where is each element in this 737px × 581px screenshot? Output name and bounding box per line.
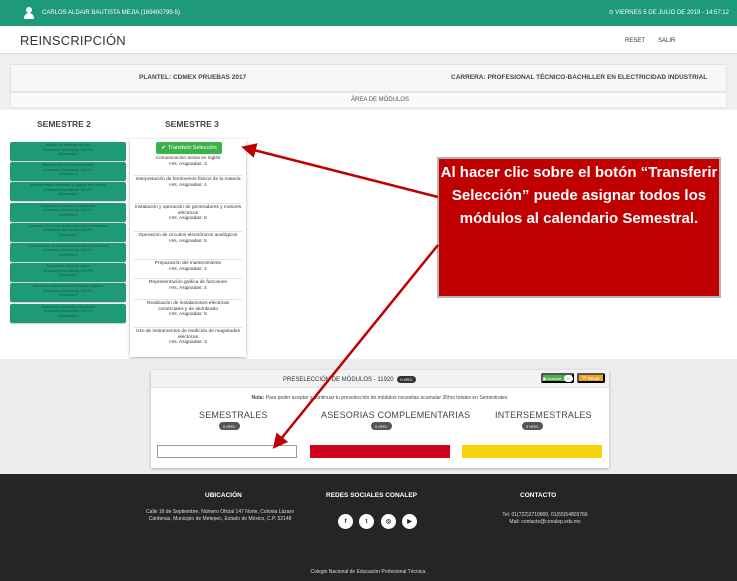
semestre-2-module[interactable]: Identificación de la sostenibilidad Evalu… [10, 162, 126, 182]
area-modulos-row: ÁREA DE MÓDULOS [10, 92, 727, 108]
semestre-2-module[interactable]: Comunicación en los ámbitos escolar y pr… [10, 242, 126, 262]
semestrales-title: SEMESTRALES [199, 410, 268, 420]
instruction-callout: Al hacer clic sobre el botón “Transferir… [437, 157, 721, 298]
reset-link[interactable]: RESET [625, 38, 645, 44]
contacto-mail[interactable]: Mail: contacto@conalep.edu.mx [470, 519, 620, 526]
redes-title: REDES SOCIALES CONALEP [326, 492, 418, 499]
semestrales-dropzone[interactable] [157, 445, 297, 458]
check-icon: ✔ [161, 145, 166, 151]
youtube-icon[interactable]: ▶ [402, 514, 417, 529]
semestre-2-module[interactable]: Manejo de aplicaciones por medios digita… [10, 283, 126, 303]
page-header: REINSCRIPCIÓN RESET SALIR [0, 26, 737, 54]
semestre-3-module[interactable]: Uso de instrumentos de medición de magni… [134, 329, 242, 355]
semestre-3-module[interactable]: Representación gráfica de funciones Hrs. … [134, 280, 242, 300]
aceptar-button[interactable]: ▣ Aceptar 0 [541, 373, 574, 383]
ubicacion-title: UBICACIÓN [205, 492, 242, 499]
semestre-2-list: Manejo de técnicas escritas Evaluación Ac… [10, 142, 126, 324]
footer-bottom-text: Colegio Nacional de Educación Profesiona… [310, 569, 427, 575]
top-bar: CARLOS ALDAIR BAUTISTA MEJIA (169400799-… [0, 0, 737, 26]
page-title: REINSCRIPCIÓN [20, 33, 126, 48]
instagram-icon[interactable]: ◎ [381, 514, 396, 529]
semestre-2-title: SEMESTRE 2 [37, 119, 91, 129]
semestre-2-module[interactable]: Representación simbólica y angular del e… [10, 182, 126, 202]
transfer-selection-button[interactable]: ✔ Transferir Selección [156, 142, 222, 154]
contacto-tel: Tel: 01(722)2710800, 01(55)54803766 [502, 512, 588, 518]
plantel-row: PLANTEL: CDMEX PRUEBAS 2017 CARRERA: PRO… [10, 64, 727, 92]
aceptar-count-badge: 0 [564, 374, 573, 382]
semestrales-badge: 0 HRS. [219, 422, 240, 430]
semestre-2-module[interactable]: Manejo de técnicas escritas Evaluación Ac… [10, 142, 126, 161]
twitter-icon[interactable]: t [359, 514, 374, 529]
asesorias-badge: 0 HRS. [371, 422, 392, 430]
contacto-title: CONTACTO [520, 492, 557, 499]
semestre-3-module[interactable]: Realización de instalaciones eléctricas … [134, 301, 242, 328]
intersemestrales-title: INTERSEMESTRALES [495, 410, 592, 420]
asesorias-title: ASESORIAS COMPLEMENTARIAS [321, 410, 471, 420]
preseleccion-title: PRESELECCIÓN DE MÓDULOS - 11920 0 HRS. [283, 376, 417, 383]
footer: UBICACIÓN Calle 16 de Septiembre, Número… [0, 474, 737, 581]
floppy-icon: ▣ [542, 375, 547, 381]
hours-badge: 0 HRS. [397, 376, 417, 383]
semestre-3-module[interactable]: Instalación y operación de generadores y… [134, 205, 242, 232]
semestre-3-module[interactable]: Operación de circuitos electrónicos anal… [134, 233, 242, 260]
date-time: ⊙ VIERNES 5 DE JULIO DE 2019 - 14:57:12 [608, 10, 729, 16]
area-modulos-label: ÁREA DE MÓDULOS [351, 97, 410, 103]
info-section: PLANTEL: CDMEX PRUEBAS 2017 CARRERA: PRO… [0, 54, 737, 110]
user-icon [22, 6, 36, 20]
ubicacion-text: Calle 16 de Septiembre, Número Oficial 1… [146, 509, 294, 522]
user-name: CARLOS ALDAIR BAUTISTA MEJIA (169400799-… [42, 10, 180, 16]
preseleccion-header: PRESELECCIÓN DE MÓDULOS - 11920 0 HRS. ▣… [151, 370, 609, 388]
salir-link[interactable]: SALIR [658, 38, 675, 44]
semestre-2-module[interactable]: Interacción inicial en inglés Evaluación … [10, 263, 126, 283]
refresh-icon: ⟳ [582, 375, 587, 380]
carrera-label: CARRERA: PROFESIONAL TÉCNICO-BACHILLER E… [451, 74, 708, 81]
arrow-to-transfer-button [241, 143, 439, 199]
semestre-3-module[interactable]: Interpretación de fenómenos físicos de l… [134, 177, 242, 204]
semestre-3-module[interactable]: Comunicación activa en inglés Hrs. Asigna… [134, 156, 242, 176]
reset-button[interactable]: ⟳ Reset [577, 373, 605, 383]
semestre-2-module[interactable]: Análisis de la materia y la energía Evalu… [10, 303, 126, 323]
semestre-3-title: SEMESTRE 3 [165, 119, 219, 129]
intersemestrales-dropzone[interactable] [462, 445, 602, 458]
asesorias-dropzone[interactable] [310, 445, 450, 458]
semestre-3-module[interactable]: Preparación del mantenimiento Hrs. Asigna… [134, 261, 242, 279]
facebook-icon[interactable]: f [338, 514, 353, 529]
semestre-2-module[interactable]: Operación de herramientas eléctricas com… [10, 222, 126, 242]
semestre-3-list: ✔ Transferir Selección Comunicación acti… [130, 139, 246, 357]
intersemestrales-badge: 0 HRS. [522, 422, 543, 430]
plantel-label: PLANTEL: CDMEX PRUEBAS 2017 [139, 74, 247, 81]
preseleccion-card: PRESELECCIÓN DE MÓDULOS - 11920 0 HRS. ▣… [151, 370, 609, 468]
nota-text: Nota: Para poder aceptar y continuar tu … [251, 395, 509, 401]
semestre-2-module[interactable]: Desarrollo de planes y diagramas Evaluaci… [10, 202, 126, 222]
